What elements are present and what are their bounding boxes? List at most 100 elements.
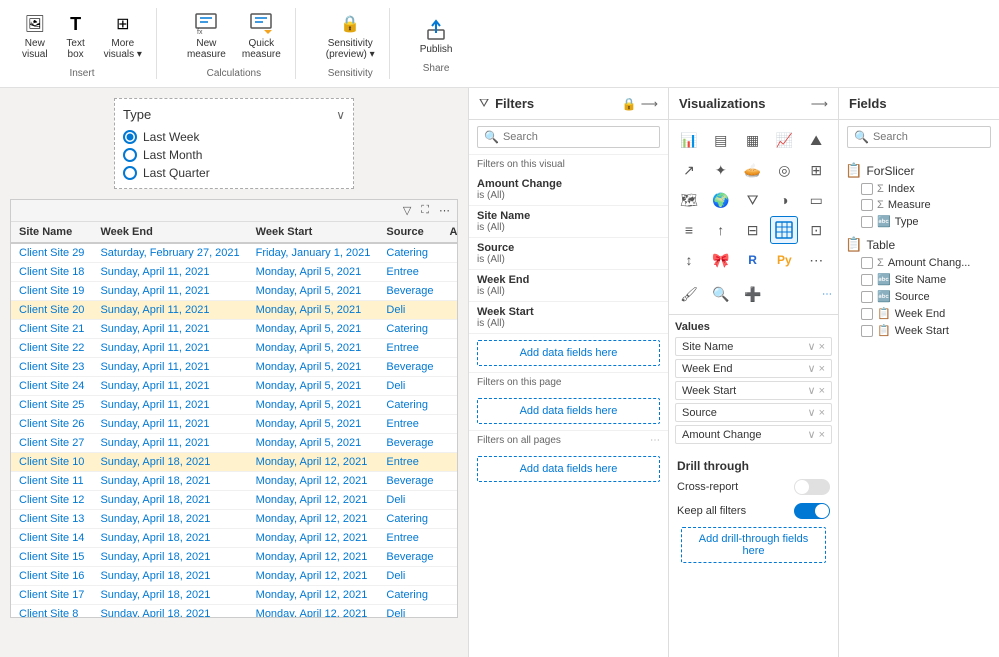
fields-tree-item[interactable]: 🔤Site Name <box>861 271 993 288</box>
publish-button[interactable]: Publish <box>414 14 459 59</box>
tree-item-checkbox[interactable] <box>861 216 873 228</box>
viz-field-item[interactable]: Week End∨ × <box>675 359 832 378</box>
viz-bar-chart-icon[interactable]: 📊 <box>675 126 703 154</box>
tree-item-checkbox[interactable] <box>861 308 873 320</box>
fields-tree-item[interactable]: ΣAmount Chang... <box>861 255 993 271</box>
new-measure-button[interactable]: fx Newmeasure <box>181 8 232 64</box>
viz-scatter-icon[interactable]: ✦ <box>707 156 735 184</box>
filters-lock-icon[interactable]: 🔒 <box>622 97 637 111</box>
viz-card-icon[interactable]: ▭ <box>802 186 830 214</box>
table-row: Client Site 21Sunday, April 11, 2021Mond… <box>11 320 457 339</box>
fields-tree-item[interactable]: 📋Week Start <box>861 322 993 339</box>
viz-format-icon[interactable]: 🖌 <box>675 280 703 308</box>
add-data-visual-button[interactable]: Add data fields here <box>477 340 660 366</box>
viz-gauge-icon[interactable]: ◑ <box>770 186 798 214</box>
viz-python-icon[interactable]: Py <box>770 246 798 274</box>
viz-stacked-bar-icon[interactable]: ▤ <box>707 126 735 154</box>
fields-panel: Fields 🔍 📋ForSlicerΣIndexΣMeasure🔤Type📋T… <box>839 88 999 657</box>
fields-search-input[interactable] <box>873 131 984 143</box>
tree-item-checkbox[interactable] <box>861 325 873 337</box>
fields-tree-group-header[interactable]: 📋ForSlicer <box>845 160 993 181</box>
filters-all-pages-label: Filters on all pages⋯ <box>469 430 668 450</box>
fields-tree-item[interactable]: 📋Week End <box>861 305 993 322</box>
tree-item-checkbox[interactable] <box>861 257 873 269</box>
slicer-option-last-month[interactable]: Last Month <box>123 148 345 162</box>
add-data-page-button[interactable]: Add data fields here <box>477 398 660 424</box>
filter-icon[interactable]: ▽ <box>400 202 414 219</box>
table-row: Client Site 19Sunday, April 11, 2021Mond… <box>11 282 457 301</box>
focus-mode-icon[interactable]: ⛶ <box>418 202 432 219</box>
viz-line-bar-icon[interactable]: ↗ <box>675 156 703 184</box>
search-icon: 🔍 <box>484 130 499 144</box>
fields-tree-item[interactable]: ΣIndex <box>861 181 993 197</box>
fields-tree-item[interactable]: 🔤Source <box>861 288 993 305</box>
sensitivity-button[interactable]: 🔒 Sensitivity(preview) ▾ <box>320 8 381 64</box>
col-amount-change: Amount Change <box>442 222 458 243</box>
viz-add-icon[interactable]: ➕ <box>739 280 767 308</box>
quick-measure-button[interactable]: Quickmeasure <box>236 8 287 64</box>
viz-multirow-card-icon[interactable]: ≡ <box>675 216 703 244</box>
viz-matrix-icon[interactable]: ⊡ <box>802 216 830 244</box>
text-box-button[interactable]: T Textbox <box>58 8 94 64</box>
fields-tree-item[interactable]: ΣMeasure <box>861 197 993 213</box>
viz-funnel-icon[interactable]: ⛛ <box>739 186 767 214</box>
viz-filled-map-icon[interactable]: 🌍 <box>707 186 735 214</box>
tree-item-checkbox[interactable] <box>861 183 873 195</box>
filters-expand-icon[interactable]: ⟶ <box>641 97 658 111</box>
cross-report-toggle[interactable] <box>794 479 830 495</box>
viz-slicer-icon[interactable]: ⊟ <box>739 216 767 244</box>
viz-treemap-icon[interactable]: ⊞ <box>802 156 830 184</box>
viz-waterfall-icon[interactable]: ↕ <box>675 246 703 274</box>
filter-item[interactable]: Week Endis (All) <box>469 270 668 302</box>
dots-all-icon[interactable]: ⋯ <box>650 435 660 446</box>
table-row: Client Site 22Sunday, April 11, 2021Mond… <box>11 339 457 358</box>
viz-donut-chart-icon[interactable]: ◎ <box>770 156 798 184</box>
viz-r-script-icon[interactable]: R <box>739 246 767 274</box>
viz-ribbon-icon[interactable]: 🎀 <box>707 246 735 274</box>
add-drill-fields-button[interactable]: Add drill-through fields here <box>681 527 826 563</box>
more-visuals-button[interactable]: ⊞ Morevisuals ▾ <box>98 8 148 64</box>
slicer-option-last-quarter[interactable]: Last Quarter <box>123 166 345 180</box>
table-row: Client Site 8Sunday, April 18, 2021Monda… <box>11 605 457 618</box>
fields-tree-item[interactable]: 🔤Type <box>861 213 993 230</box>
more-options-icon[interactable]: ⋯ <box>436 202 453 219</box>
viz-table-icon[interactable] <box>770 216 798 244</box>
viz-map-icon[interactable]: 🗺 <box>675 186 703 214</box>
tree-item-checkbox[interactable] <box>861 274 873 286</box>
viz-analytics-icon[interactable]: 🔍 <box>707 280 735 308</box>
viz-field-item[interactable]: Source∨ × <box>675 403 832 422</box>
keep-all-filters-toggle[interactable] <box>794 503 830 519</box>
filter-item[interactable]: Site Nameis (All) <box>469 206 668 238</box>
table-visual: ▽ ⛶ ⋯ Site Name Week End Week Start Sour… <box>10 199 458 618</box>
filter-item[interactable]: Amount Changeis (All) <box>469 174 668 206</box>
tree-item-checkbox[interactable] <box>861 291 873 303</box>
viz-area-chart-icon[interactable]: ⛰ <box>802 126 830 154</box>
viz-field-item[interactable]: Site Name∨ × <box>675 337 832 356</box>
viz-100pct-bar-icon[interactable]: ▦ <box>739 126 767 154</box>
viz-kpi-icon[interactable]: ↑ <box>707 216 735 244</box>
tree-item-checkbox[interactable] <box>861 199 873 211</box>
fields-tree-group-header[interactable]: 📋Table <box>845 234 993 255</box>
viz-field-item[interactable]: Amount Change∨ × <box>675 425 832 444</box>
filters-search-box[interactable]: 🔍 <box>477 126 660 148</box>
filters-search-input[interactable] <box>503 131 653 143</box>
fields-search-box[interactable]: 🔍 <box>847 126 991 148</box>
viz-line-chart-icon[interactable]: 📈 <box>770 126 798 154</box>
table-row: Client Site 26Sunday, April 11, 2021Mond… <box>11 415 457 434</box>
filter-item[interactable]: Sourceis (All) <box>469 238 668 270</box>
viz-pie-chart-icon[interactable]: 🥧 <box>739 156 767 184</box>
new-measure-label: Newmeasure <box>187 38 226 60</box>
viz-expand-icon[interactable]: ⟶ <box>811 97 828 111</box>
slicer-option-last-week[interactable]: Last Week <box>123 130 345 144</box>
slicer-title: Type <box>123 107 151 122</box>
viz-more-icon[interactable]: ⋯ <box>802 246 830 274</box>
sensitivity-group-label: Sensitivity <box>328 68 373 79</box>
viz-more-link[interactable]: ⋯ <box>822 280 832 308</box>
filter-item[interactable]: Week Startis (All) <box>469 302 668 334</box>
filter-funnel-icon: ⛛ <box>479 96 489 111</box>
viz-field-item[interactable]: Week Start∨ × <box>675 381 832 400</box>
slicer-chevron-down-icon[interactable]: ∨ <box>336 108 345 122</box>
add-data-all-button[interactable]: Add data fields here <box>477 456 660 482</box>
new-visual-button[interactable]: 🖼 Newvisual <box>16 8 54 64</box>
more-visuals-label: Morevisuals ▾ <box>104 38 142 60</box>
